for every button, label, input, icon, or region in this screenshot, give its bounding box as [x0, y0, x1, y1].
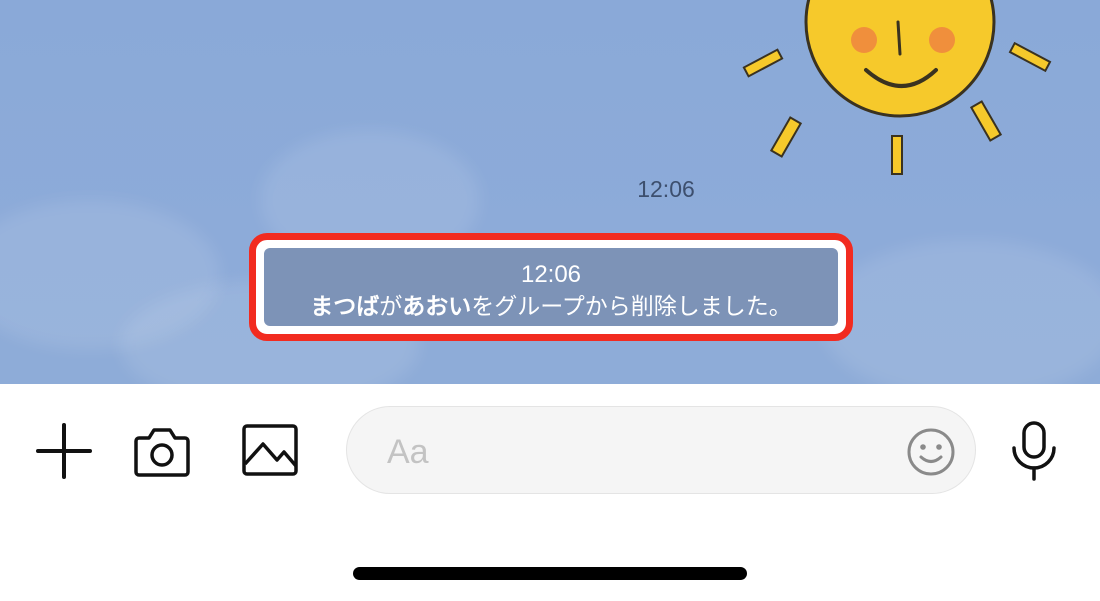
system-message-text: まつばがあおいをグループから削除しました。: [264, 291, 838, 323]
emoji-icon[interactable]: [905, 426, 957, 478]
system-message-time: 12:06: [520, 261, 582, 288]
system-message-highlight: 12:06 まつばがあおいをグループから削除しました。: [249, 233, 853, 341]
plus-icon[interactable]: [34, 421, 94, 481]
message-input[interactable]: [385, 427, 889, 477]
camera-icon[interactable]: [133, 422, 191, 478]
cloud-decoration: [820, 240, 1100, 384]
microphone-icon[interactable]: [1006, 420, 1062, 482]
chat-background: 12:06 12:06 まつばがあおいをグループから削除しました。: [0, 0, 1100, 384]
sun-sticker-icon: [742, 0, 1052, 175]
message-timestamp: 12:06: [637, 176, 695, 202]
image-icon[interactable]: [241, 422, 299, 478]
actor-name: まつば: [310, 294, 380, 320]
message-field[interactable]: [346, 406, 976, 494]
target-name: あおい: [402, 294, 472, 320]
particle: が: [379, 294, 403, 320]
system-message: 12:06 まつばがあおいをグループから削除しました。: [264, 248, 838, 326]
home-indicator[interactable]: [353, 567, 747, 580]
action-text: をグループから削除しました。: [471, 294, 792, 320]
